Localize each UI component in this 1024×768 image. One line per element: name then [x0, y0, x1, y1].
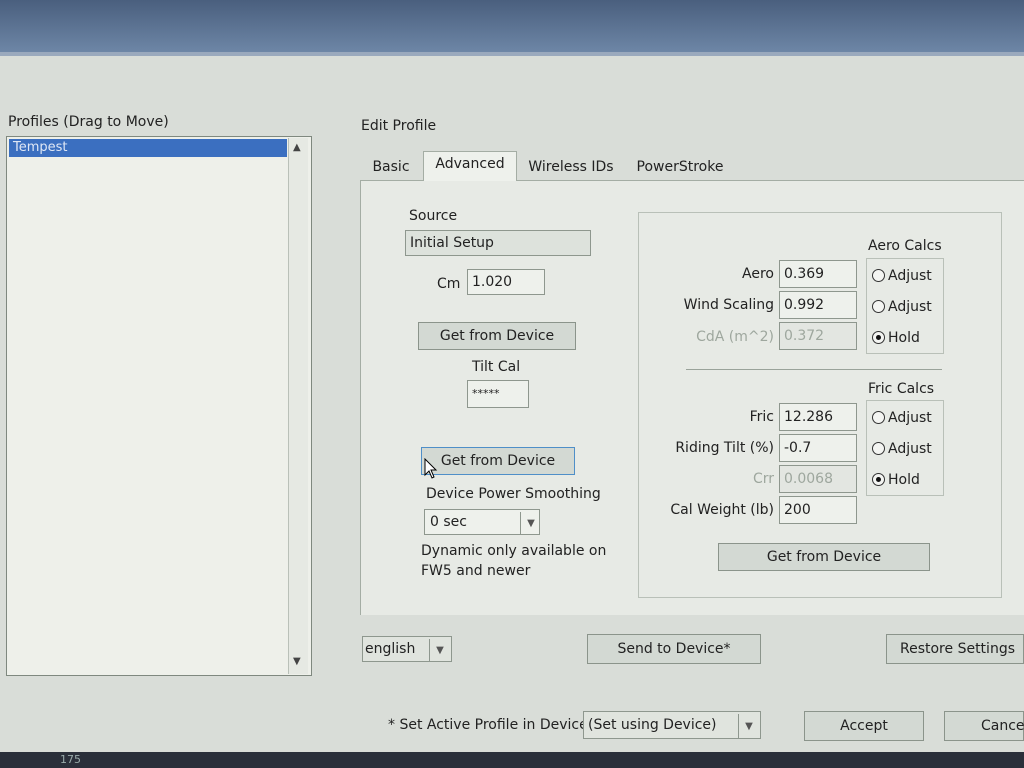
radio-on-icon[interactable]	[872, 331, 885, 344]
get-from-device-button-cm[interactable]: Get from Device	[418, 322, 576, 350]
chevron-down-icon[interactable]: ▼	[520, 512, 539, 534]
language-select[interactable]: english ▼	[362, 636, 452, 662]
window-titlebar	[0, 0, 1024, 52]
tab-basic[interactable]: Basic	[366, 155, 416, 179]
tab-advanced[interactable]: Advanced	[423, 151, 517, 181]
fric-calcs-title: Fric Calcs	[868, 381, 935, 397]
aero-input[interactable]: 0.369	[779, 260, 857, 288]
cancel-button[interactable]: Cancel	[944, 711, 1024, 741]
chevron-down-icon[interactable]: ▼	[738, 714, 759, 738]
profiles-scrollbar[interactable]: ▲ ▼	[288, 138, 308, 674]
cal-weight-input[interactable]: 200	[779, 496, 857, 524]
fric-adjust-radio[interactable]: Adjust	[872, 410, 932, 426]
radio-off-icon[interactable]	[872, 269, 885, 282]
scroll-up-icon[interactable]: ▲	[293, 142, 301, 153]
firmware-note-line1: Dynamic only available on	[421, 543, 607, 559]
fric-label: Fric	[749, 409, 774, 425]
edit-profile-label: Edit Profile	[361, 118, 437, 134]
active-profile-select[interactable]: (Set using Device) ▼	[583, 711, 761, 739]
language-value: english	[365, 641, 416, 657]
radio-on-icon[interactable]	[872, 473, 885, 486]
riding-tilt-label: Riding Tilt (%)	[675, 440, 774, 456]
tilt-cal-label: Tilt Cal	[472, 359, 521, 375]
active-profile-value: (Set using Device)	[588, 717, 717, 733]
wind-scaling-input[interactable]: 0.992	[779, 291, 857, 319]
chevron-down-icon[interactable]: ▼	[429, 639, 450, 661]
aero-calcs-title: Aero Calcs	[868, 238, 942, 254]
wind-scaling-label: Wind Scaling	[683, 297, 774, 313]
active-profile-note: * Set Active Profile in Device	[388, 717, 588, 733]
taskbar-strip: 175	[0, 752, 1024, 768]
scroll-down-icon[interactable]: ▼	[293, 656, 301, 667]
riding-tilt-input[interactable]: -0.7	[779, 434, 857, 462]
tilt-cal-input[interactable]: *****	[467, 380, 529, 408]
cm-input[interactable]: 1.020	[467, 269, 545, 295]
aero-label: Aero	[742, 266, 774, 282]
firmware-note-line2: FW5 and newer	[421, 563, 531, 579]
source-field[interactable]: Initial Setup	[405, 230, 591, 256]
crr-hold-radio[interactable]: Hold	[872, 472, 920, 488]
source-label: Source	[409, 208, 458, 224]
crr-label: Crr	[752, 471, 774, 487]
restore-settings-button[interactable]: Restore Settings	[886, 634, 1024, 664]
cal-weight-label: Cal Weight (lb)	[670, 502, 774, 518]
power-smoothing-value: 0 sec	[430, 514, 467, 530]
get-from-device-button-fric[interactable]: Get from Device	[718, 543, 930, 571]
cm-label: Cm	[437, 276, 461, 292]
accept-button[interactable]: Accept	[804, 711, 924, 741]
tab-powerstroke[interactable]: PowerStroke	[628, 155, 732, 179]
get-from-device-button-tilt[interactable]: Get from Device	[421, 447, 575, 475]
aero-adjust-radio[interactable]: Adjust	[872, 268, 932, 284]
send-to-device-button[interactable]: Send to Device*	[587, 634, 761, 664]
radio-off-icon[interactable]	[872, 411, 885, 424]
riding-tilt-adjust-radio[interactable]: Adjust	[872, 441, 932, 457]
radio-off-icon[interactable]	[872, 300, 885, 313]
profiles-label: Profiles (Drag to Move)	[8, 114, 169, 130]
radio-off-icon[interactable]	[872, 442, 885, 455]
cda-hold-radio[interactable]: Hold	[872, 330, 920, 346]
calcs-divider	[686, 369, 942, 370]
wind-scaling-adjust-radio[interactable]: Adjust	[872, 299, 932, 315]
titlebar-border	[0, 52, 1024, 56]
crr-input: 0.0068	[779, 465, 857, 493]
cda-label: CdA (m^2)	[696, 329, 774, 345]
cda-input: 0.372	[779, 322, 857, 350]
taskbar-text: 175	[60, 753, 81, 766]
power-smoothing-label: Device Power Smoothing	[426, 486, 601, 502]
fric-input[interactable]: 12.286	[779, 403, 857, 431]
profile-item-tempest[interactable]: Tempest	[9, 139, 287, 157]
power-smoothing-select[interactable]: 0 sec ▼	[424, 509, 540, 535]
mouse-cursor-icon	[424, 458, 438, 479]
profiles-list[interactable]	[6, 136, 312, 676]
tab-wireless-ids[interactable]: Wireless IDs	[524, 155, 618, 179]
